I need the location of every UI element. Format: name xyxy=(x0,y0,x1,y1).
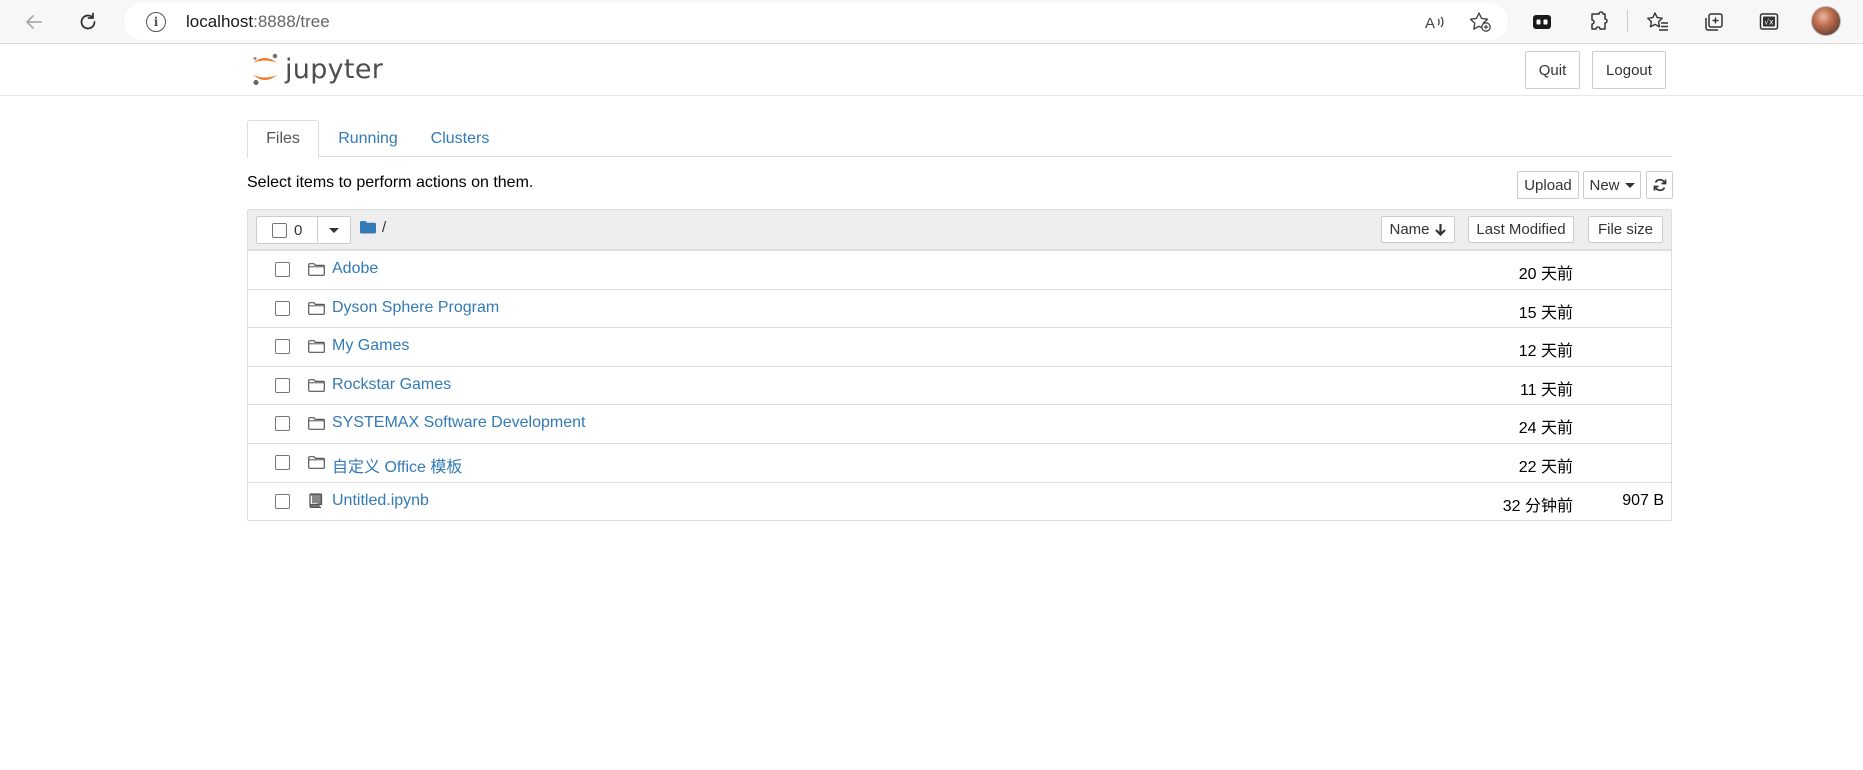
jupyter-header: jupyter Quit Logout xyxy=(0,45,1863,96)
item-checkbox[interactable] xyxy=(275,454,290,470)
tab-files[interactable]: Files xyxy=(247,120,319,158)
list-item[interactable]: 自定义 Office 模板 22 天前 xyxy=(248,442,1671,482)
logout-button[interactable]: Logout xyxy=(1592,51,1666,89)
jupyter-logo-text: jupyter xyxy=(285,53,384,85)
gamepad-icon[interactable] xyxy=(1528,8,1556,36)
folder-icon xyxy=(308,301,325,315)
new-dropdown-button[interactable]: New xyxy=(1583,171,1641,199)
item-last-modified: 24 天前 xyxy=(1518,420,1573,438)
folder-icon xyxy=(308,263,325,276)
select-all-checkbox[interactable] xyxy=(272,222,287,238)
item-name-link[interactable]: Dyson Sphere Program xyxy=(332,299,499,317)
reload-button[interactable] xyxy=(73,7,103,37)
math-solver-icon[interactable]: √x xyxy=(1755,8,1783,36)
sort-by-last-modified-button[interactable]: Last Modified xyxy=(1468,216,1574,243)
item-last-modified: 11 天前 xyxy=(1519,381,1573,399)
item-name-link[interactable]: SYSTEMAX Software Development xyxy=(332,414,585,432)
caret-down-icon[interactable] xyxy=(329,228,339,233)
list-item[interactable]: Dyson Sphere Program 15 天前 xyxy=(248,288,1671,328)
item-checkbox[interactable] xyxy=(275,339,290,355)
list-item[interactable]: Adobe 20 天前 xyxy=(248,250,1671,289)
info-icon[interactable]: i xyxy=(146,12,166,32)
notebook-icon xyxy=(308,492,325,508)
jupyter-logo-icon xyxy=(250,49,280,89)
svg-text:√x: √x xyxy=(1764,18,1774,27)
collections-icon[interactable] xyxy=(1700,8,1728,36)
list-item[interactable]: Rockstar Games 11 天前 xyxy=(248,365,1671,405)
item-last-modified: 22 天前 xyxy=(1518,458,1573,476)
url-text[interactable]: localhost:8888/tree xyxy=(186,12,330,32)
browser-toolbar: i localhost:8888/tree A √x xyxy=(0,0,1863,44)
new-label: New xyxy=(1589,176,1620,194)
item-checkbox[interactable] xyxy=(275,493,290,509)
item-last-modified: 20 天前 xyxy=(1518,266,1573,283)
jupyter-logo[interactable]: jupyter xyxy=(250,49,383,89)
refresh-icon xyxy=(1653,178,1666,192)
item-name-link[interactable]: Adobe xyxy=(332,260,378,278)
item-name-link[interactable]: My Games xyxy=(332,337,409,355)
folder-icon xyxy=(308,378,325,392)
item-last-modified: 32 分钟前 xyxy=(1502,497,1573,515)
extensions-icon[interactable] xyxy=(1585,8,1613,36)
folder-icon xyxy=(308,417,325,431)
file-list: 0 / Name Last Modified File size Adobe 20… xyxy=(247,209,1672,522)
item-last-modified: 12 天前 xyxy=(1518,343,1573,361)
arrow-left-icon xyxy=(26,15,42,29)
item-checkbox[interactable] xyxy=(275,377,290,393)
list-item[interactable]: My Games 12 天前 xyxy=(248,327,1671,366)
select-all-control[interactable]: 0 xyxy=(256,216,351,244)
item-last-modified: 15 天前 xyxy=(1518,304,1573,322)
upload-button[interactable]: Upload xyxy=(1517,171,1579,199)
favorites-icon[interactable] xyxy=(1644,8,1672,36)
divider xyxy=(317,217,318,243)
svg-text:A: A xyxy=(1425,15,1435,32)
name-sort-label: Name xyxy=(1389,221,1430,238)
item-file-size: 907 B xyxy=(1622,491,1664,509)
item-name-link[interactable]: Untitled.ipynb xyxy=(332,492,429,510)
list-item[interactable]: Untitled.ipynb 32 分钟前 907 B xyxy=(248,481,1671,521)
selected-count: 0 xyxy=(294,221,303,239)
sort-by-file-size-button[interactable]: File size xyxy=(1588,216,1663,243)
refresh-button[interactable] xyxy=(1646,171,1673,199)
url-path: :8888/tree xyxy=(253,12,330,31)
item-checkbox[interactable] xyxy=(275,262,290,277)
list-item[interactable]: SYSTEMAX Software Development 24 天前 xyxy=(248,404,1671,443)
back-button[interactable] xyxy=(19,7,49,37)
reload-icon xyxy=(80,12,96,30)
item-name-link[interactable]: 自定义 Office 模板 xyxy=(332,453,462,477)
instructions-text: Select items to perform actions on them. xyxy=(247,174,534,191)
caret-down-icon xyxy=(1624,182,1635,188)
url-host: localhost xyxy=(186,12,254,31)
tab-clusters[interactable]: Clusters xyxy=(419,120,501,157)
tab-bar: Files Running Clusters xyxy=(247,120,1672,158)
item-checkbox[interactable] xyxy=(275,300,290,316)
tab-running[interactable]: Running xyxy=(325,120,411,157)
read-aloud-icon[interactable]: A xyxy=(1423,11,1447,33)
arrow-down-icon xyxy=(1434,224,1446,236)
file-list-header: 0 / Name Last Modified File size xyxy=(248,210,1671,250)
toolbar-separator xyxy=(1627,10,1628,32)
sort-by-name-button[interactable]: Name xyxy=(1381,216,1455,243)
favorite-add-icon[interactable] xyxy=(1468,11,1492,33)
quit-button[interactable]: Quit xyxy=(1525,51,1580,89)
profile-avatar[interactable] xyxy=(1811,6,1841,36)
item-checkbox[interactable] xyxy=(275,416,290,432)
folder-icon xyxy=(308,340,325,354)
address-bar[interactable]: i localhost:8888/tree A xyxy=(124,3,1508,40)
breadcrumb[interactable]: / xyxy=(382,219,386,236)
folder-root-icon[interactable] xyxy=(360,220,376,238)
file-list-rows: Adobe 20 天前 Dyson Sphere Program 15 天前 My Ga… xyxy=(248,250,1671,520)
item-name-link[interactable]: Rockstar Games xyxy=(332,376,451,394)
folder-icon xyxy=(308,456,325,469)
